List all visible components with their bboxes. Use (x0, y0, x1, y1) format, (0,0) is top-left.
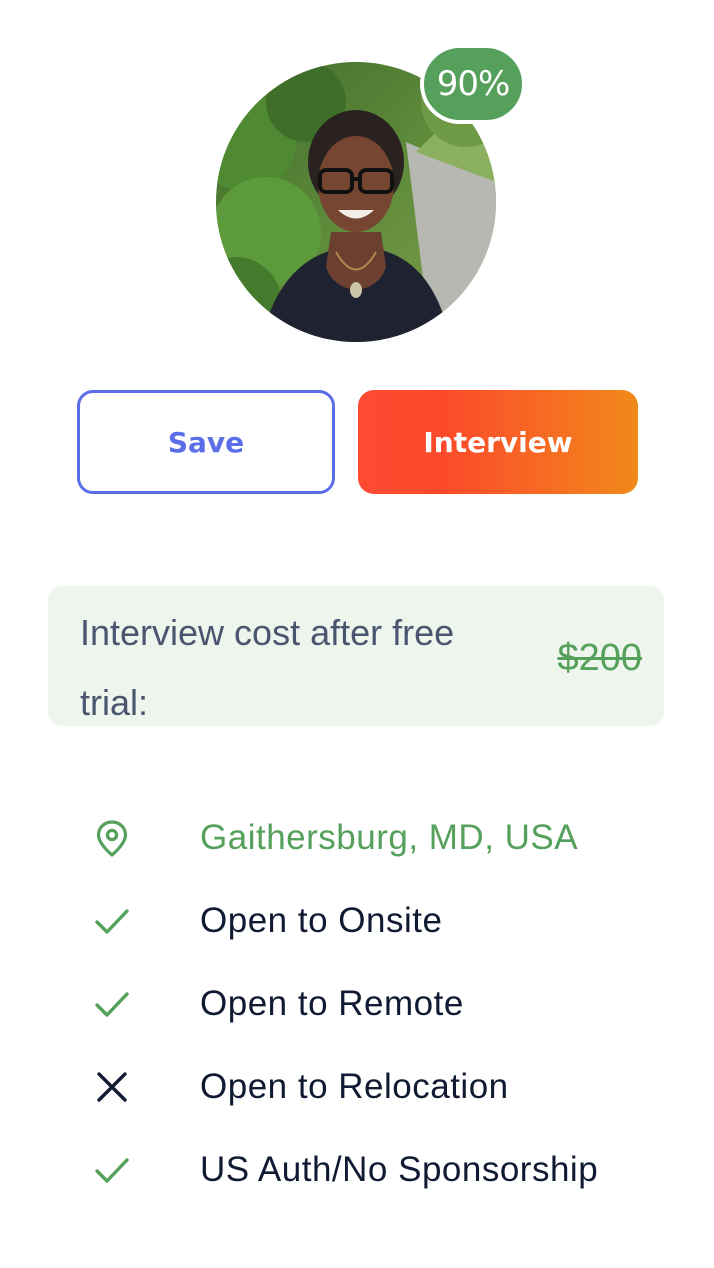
attribute-text: Gaithersburg, MD, USA (200, 818, 579, 857)
attribute-relocation: Open to Relocation (0, 1045, 714, 1128)
location-pin-icon (92, 818, 132, 858)
attribute-remote: Open to Remote (0, 962, 714, 1045)
candidate-attributes-list: Gaithersburg, MD, USA Open to Onsite Ope… (0, 796, 714, 1211)
attribute-us-auth: US Auth/No Sponsorship (0, 1128, 714, 1211)
check-icon (92, 901, 132, 941)
attribute-text: Open to Relocation (200, 1067, 509, 1106)
interview-cost-price: $200 (557, 637, 642, 679)
attribute-text: US Auth/No Sponsorship (200, 1150, 599, 1189)
interview-cost-label: Interview cost after free trial: (80, 612, 455, 723)
attribute-location: Gaithersburg, MD, USA (0, 796, 714, 879)
attribute-text: Open to Onsite (200, 901, 443, 940)
match-percent-badge: 90% (420, 44, 526, 124)
check-icon (92, 984, 132, 1024)
save-button[interactable]: Save (77, 390, 335, 494)
close-icon (92, 1067, 132, 1107)
attribute-onsite: Open to Onsite (0, 879, 714, 962)
attribute-text: Open to Remote (200, 984, 464, 1023)
interview-button[interactable]: Interview (358, 390, 638, 494)
check-icon (92, 1150, 132, 1190)
interview-cost-box: Interview cost after free trial: $200 (48, 586, 664, 726)
